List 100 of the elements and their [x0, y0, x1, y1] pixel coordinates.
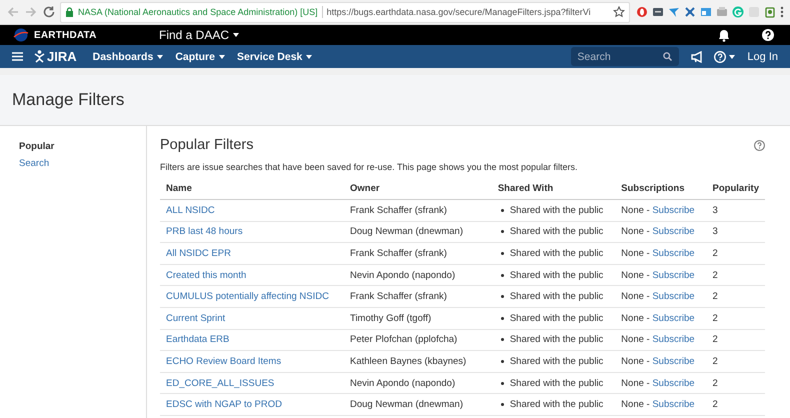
table-cell: 3 — [706, 200, 765, 222]
more-icon[interactable] — [780, 6, 784, 18]
bullet-icon — [500, 295, 504, 298]
filter-link[interactable]: All NSIDC EPR — [166, 248, 231, 259]
bullet-icon — [500, 338, 504, 342]
earthdata-brand[interactable]: EARTHDATA — [34, 30, 154, 40]
megaphone-icon[interactable] — [691, 50, 704, 62]
page-title: Manage Filters — [12, 90, 124, 110]
bullet-icon — [500, 316, 504, 320]
url-text: https://bugs.earthdata.nasa.gov/secure/ManageFilters.jspa?filterVi — [326, 7, 592, 17]
subscribe-link[interactable]: Subscribe — [652, 248, 695, 259]
table-cell: Doug Newman (dnewman) — [344, 221, 492, 243]
bullet-icon — [500, 360, 504, 363]
table-cell: None - — [621, 204, 650, 216]
table-cell: Shared with the public — [510, 378, 604, 389]
subscribe-link[interactable]: Subscribe — [652, 312, 695, 324]
caret-icon — [306, 54, 312, 58]
subscribe-link[interactable]: Subscribe — [652, 291, 695, 302]
table-cell: None - — [621, 270, 650, 281]
table-cell: None - — [621, 356, 650, 367]
section-title: Popular Filters — [160, 137, 254, 153]
search-field[interactable]: Search — [571, 47, 680, 66]
extension-icon[interactable] — [636, 6, 648, 18]
description-text: Filters are issue searches that have been saved for re-use. This page shows you the most popular filters. — [160, 162, 579, 172]
subscribe-link[interactable]: Subscribe — [652, 226, 695, 238]
table-cell: Shared with the public — [510, 226, 604, 238]
table-cell: Shared with the public — [510, 399, 604, 410]
subscribe-link[interactable]: Subscribe — [652, 378, 695, 389]
agency-logo-icon[interactable] — [13, 28, 29, 42]
reload-icon[interactable] — [42, 5, 56, 19]
column-header: Name — [160, 180, 344, 200]
table-cell: Shared with the public — [510, 312, 604, 324]
table-cell: Nevin Apondo (napondo) — [344, 372, 492, 394]
filter-link[interactable]: Earthdata ERB — [166, 334, 230, 346]
nav-menu[interactable]: Dashboards — [86, 50, 170, 62]
help-icon[interactable] — [762, 29, 774, 41]
subscribe-link[interactable]: Subscribe — [652, 399, 695, 410]
filter-link[interactable]: ED_CORE_ALL_ISSUES — [166, 378, 274, 389]
jira-wordmark: JIRA — [47, 49, 77, 64]
subscribe-link[interactable]: Subscribe — [652, 270, 695, 281]
bell-icon[interactable] — [718, 28, 730, 42]
find-daac-menu[interactable]: Find a DAAC — [159, 28, 240, 42]
table-cell: 2 — [706, 286, 765, 308]
table-cell: 3 — [706, 221, 765, 243]
extension-icon[interactable] — [764, 6, 776, 18]
menu-icon[interactable] — [12, 52, 23, 61]
subscribe-link[interactable]: Subscribe — [652, 204, 695, 216]
subscribe-link[interactable]: Subscribe — [652, 356, 695, 367]
filter-link[interactable]: EDSC with NGAP to PROD — [166, 399, 282, 410]
table-cell: Shared with the public — [510, 204, 604, 216]
subscribe-link[interactable]: Subscribe — [652, 334, 695, 346]
table-cell: 2 — [706, 394, 765, 416]
table-cell: None - — [621, 226, 650, 238]
sidebar-item[interactable]: Search — [19, 158, 146, 169]
extension-icon[interactable] — [700, 6, 712, 18]
table-cell: Shared with the public — [510, 291, 604, 302]
table-cell: 2 — [706, 372, 765, 394]
table-cell: 2 — [706, 242, 765, 264]
address-bar[interactable]: NASA (National Aeronautics and Space Administration) [US] https://bugs.earthdata.nasa.gov/secure/ManageFilters.jspa?filterVi — [60, 2, 630, 22]
extension-icon[interactable] — [684, 6, 696, 18]
column-header: Popularity — [706, 180, 765, 200]
bullet-icon — [500, 382, 504, 385]
table-cell: None - — [621, 291, 650, 302]
sidebar-item[interactable]: Popular — [19, 141, 146, 152]
caret-icon — [233, 33, 240, 37]
filter-link[interactable]: Created this month — [166, 270, 246, 281]
table-cell: Shared with the public — [510, 334, 604, 346]
filter-link[interactable]: PRB last 48 hours — [166, 226, 243, 238]
table-cell: 2 — [706, 350, 765, 372]
table-cell: Shared with the public — [510, 248, 604, 259]
caret-icon — [219, 54, 225, 58]
extension-icon[interactable] — [652, 6, 664, 18]
table-cell: Kathleen Baynes (kbaynes) — [344, 350, 492, 372]
bullet-icon — [500, 252, 504, 255]
table-cell: Shared with the public — [510, 270, 604, 281]
column-header: Shared With — [492, 180, 616, 200]
table-cell: Doug Newman (dnewman) — [344, 394, 492, 416]
filter-link[interactable]: Current Sprint — [166, 312, 226, 324]
filter-link[interactable]: CUMULUS potentially affecting NSIDC — [166, 291, 329, 302]
filter-link[interactable]: ALL NSIDC — [166, 204, 215, 216]
jira-logo[interactable]: JIRA — [34, 49, 77, 64]
table-cell: Shared with the public — [510, 356, 604, 367]
table-cell: Nevin Apondo (napondo) — [344, 264, 492, 286]
nav-menu[interactable]: Service Desk — [231, 50, 318, 62]
help-menu[interactable] — [714, 50, 736, 62]
table-cell: None - — [621, 312, 650, 324]
jira-figure-icon — [34, 50, 45, 63]
search-icon — [663, 52, 672, 61]
table-cell: 2 — [706, 329, 765, 351]
table-cell: Frank Schaffer (sfrank) — [344, 200, 492, 222]
nav-menu[interactable]: Capture — [169, 50, 231, 62]
extension-icon[interactable] — [668, 6, 680, 18]
table-cell: None - — [621, 248, 650, 259]
table-cell: None - — [621, 378, 650, 389]
filter-link[interactable]: ECHO Review Board Items — [166, 356, 282, 367]
lock-icon — [65, 7, 74, 17]
star-icon[interactable] — [613, 6, 625, 18]
login-link[interactable]: Log In — [747, 50, 778, 62]
bullet-icon — [500, 274, 504, 277]
table-cell: 2 — [706, 264, 765, 286]
